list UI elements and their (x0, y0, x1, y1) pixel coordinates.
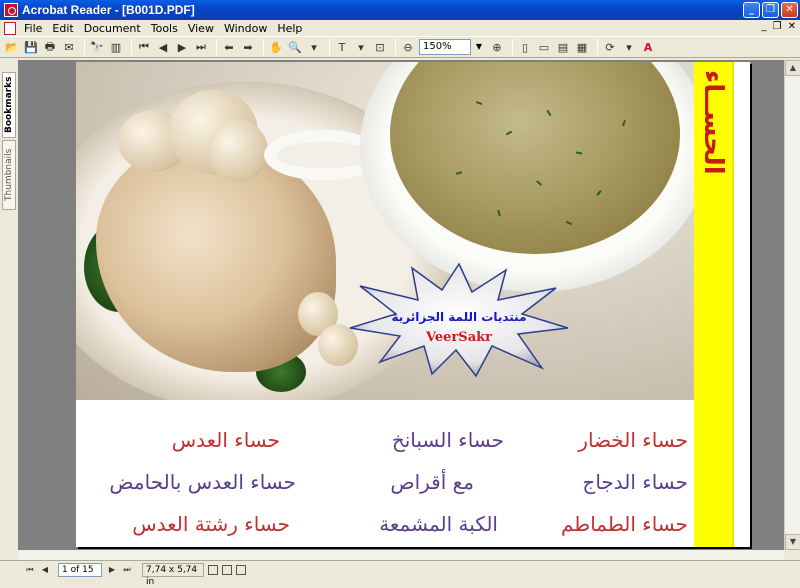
recipe-item: حساء العدس (171, 428, 280, 452)
open-icon[interactable]: 📂 (4, 39, 20, 55)
window-title: Acrobat Reader - [B001D.PDF] (22, 3, 195, 17)
recipe-item: مع أقراص (390, 470, 474, 494)
recipe-item: حساء الدجاج (582, 470, 688, 494)
fit-page-icon[interactable]: ▭ (536, 39, 552, 55)
menu-edit[interactable]: Edit (47, 22, 78, 35)
close-button[interactable]: ✕ (781, 2, 798, 18)
watermark-forum-name: منتديات اللمة الجزائرية (391, 310, 527, 324)
toolbar-separator (131, 39, 132, 55)
zoom-tool-icon[interactable]: 🔍 (287, 39, 303, 55)
minimize-button[interactable]: _ (743, 2, 760, 18)
chevron-down-icon[interactable]: ▾ (306, 39, 322, 55)
menu-file[interactable]: File (19, 22, 47, 35)
menu-window[interactable]: Window (219, 22, 272, 35)
recipe-list: حساء الخضار حساء السبانخ حساء العدس حساء… (76, 400, 694, 547)
tab-bookmarks[interactable]: Bookmarks (2, 72, 16, 138)
doc-close-button[interactable]: ✕ (788, 21, 796, 32)
onion-image (208, 120, 268, 182)
save-icon[interactable]: 💾 (23, 39, 39, 55)
tab-thumbnails[interactable]: Thumbnails (2, 140, 16, 210)
toolbar-separator (395, 39, 396, 55)
go-back-icon[interactable]: ⬅ (221, 39, 237, 55)
toolbar-separator (597, 39, 598, 55)
menu-tools[interactable]: Tools (146, 22, 183, 35)
horizontal-scrollbar[interactable] (18, 550, 784, 560)
recipe-item: حساء الخضار (578, 428, 688, 452)
chevron-down-icon[interactable]: ▾ (353, 39, 369, 55)
last-page-icon[interactable]: ⏭ (193, 39, 209, 55)
doc-restore-button[interactable]: ❐ (773, 21, 782, 32)
menu-bar: File Edit Document Tools View Window Hel… (0, 20, 800, 36)
bowl-handle-image (264, 130, 374, 180)
document-window-controls: _ ❐ ✕ (762, 21, 796, 32)
maximize-button[interactable]: ❐ (762, 2, 779, 18)
last-page-icon[interactable]: ⏭ (121, 564, 133, 576)
watermark-author: VeerSakr (426, 330, 492, 345)
toolbar-separator (329, 39, 330, 55)
page-edge (732, 62, 750, 547)
recipe-item: حساء العدس بالحامض (109, 470, 296, 494)
print-icon[interactable]: 🖶 (42, 39, 58, 55)
doc-minimize-button[interactable]: _ (762, 21, 767, 32)
recipe-item: حساء السبانخ (391, 428, 504, 452)
next-page-icon[interactable]: ▶ (106, 564, 118, 576)
zoom-out-icon[interactable]: ⊖ (400, 39, 416, 55)
first-page-icon[interactable]: ⏮ (24, 564, 36, 576)
menu-view[interactable]: View (183, 22, 219, 35)
page-size-readout: 7,74 x 5,74 in (142, 562, 204, 587)
text-select-icon[interactable]: T (334, 39, 350, 55)
reflow-icon[interactable]: ▦ (574, 39, 590, 55)
recipe-item: حساء الطماطم (560, 512, 688, 536)
status-bar: ⏮ ◀ 1 of 15 ▶ ⏭ 7,74 x 5,74 in (0, 560, 800, 587)
toolbar-separator (263, 39, 264, 55)
toolbar-separator (84, 39, 85, 55)
rotate-icon[interactable]: ⟳ (602, 39, 618, 55)
document-viewport[interactable]: منتديات اللمة الجزائرية VeerSakr الحســا… (18, 60, 784, 550)
email-icon[interactable]: ✉ (61, 39, 77, 55)
page-number-field[interactable]: 1 of 15 (58, 562, 102, 577)
side-title: الحســاء (698, 70, 728, 175)
previous-page-icon[interactable]: ◀ (155, 39, 171, 55)
continuous-layout-icon[interactable] (222, 564, 232, 575)
title-bar: Acrobat Reader - [B001D.PDF] _ ❐ ✕ (0, 0, 800, 20)
vertical-scrollbar[interactable]: ▲ ▼ (784, 60, 800, 550)
fit-width-icon[interactable]: ▤ (555, 39, 571, 55)
zoom-level-field[interactable]: 150% (419, 39, 471, 55)
toolbar-separator (512, 39, 513, 55)
next-page-icon[interactable]: ▶ (174, 39, 190, 55)
actual-size-icon[interactable]: ▯ (517, 39, 533, 55)
pdf-page: منتديات اللمة الجزائرية VeerSakr الحســا… (76, 62, 750, 547)
toolbar: 📂 💾 🖶 ✉ 🔭 ▥ ⏮ ◀ ▶ ⏭ ⬅ ➡ ✋ 🔍 ▾ T ▾ ⊡ ⊖ 15… (0, 36, 800, 58)
pdf-document-icon[interactable] (4, 21, 16, 35)
scroll-down-button[interactable]: ▼ (785, 534, 800, 550)
go-forward-icon[interactable]: ➡ (240, 39, 256, 55)
navigation-pane: Bookmarks Thumbnails (0, 60, 18, 558)
zoom-dropdown-arrow[interactable]: ▼ (473, 39, 485, 55)
adobe-logo-icon[interactable]: A (640, 39, 656, 55)
snapshot-icon[interactable]: ⊡ (372, 39, 388, 55)
zoom-in-icon[interactable]: ⊕ (489, 39, 505, 55)
recipe-item: الكبة المشمعة (379, 512, 498, 536)
find-icon[interactable]: 🔭 (89, 39, 105, 55)
scroll-up-button[interactable]: ▲ (785, 60, 800, 76)
menu-document[interactable]: Document (79, 22, 146, 35)
window-controls: _ ❐ ✕ (743, 2, 798, 18)
toolbar-separator (216, 39, 217, 55)
facing-layout-icon[interactable] (236, 564, 246, 575)
first-page-icon[interactable]: ⏮ (136, 39, 152, 55)
chevron-down-icon[interactable]: ▾ (621, 39, 637, 55)
single-page-layout-icon[interactable] (208, 564, 218, 575)
menu-help[interactable]: Help (272, 22, 307, 35)
acrobat-app-icon[interactable] (4, 3, 18, 17)
previous-page-icon[interactable]: ◀ (39, 564, 51, 576)
recipe-item: حساء رشتة العدس (132, 512, 290, 536)
show-navigation-pane-icon[interactable]: ▥ (108, 39, 124, 55)
hand-tool-icon[interactable]: ✋ (268, 39, 284, 55)
soup-photo: منتديات اللمة الجزائرية VeerSakr (76, 62, 694, 400)
